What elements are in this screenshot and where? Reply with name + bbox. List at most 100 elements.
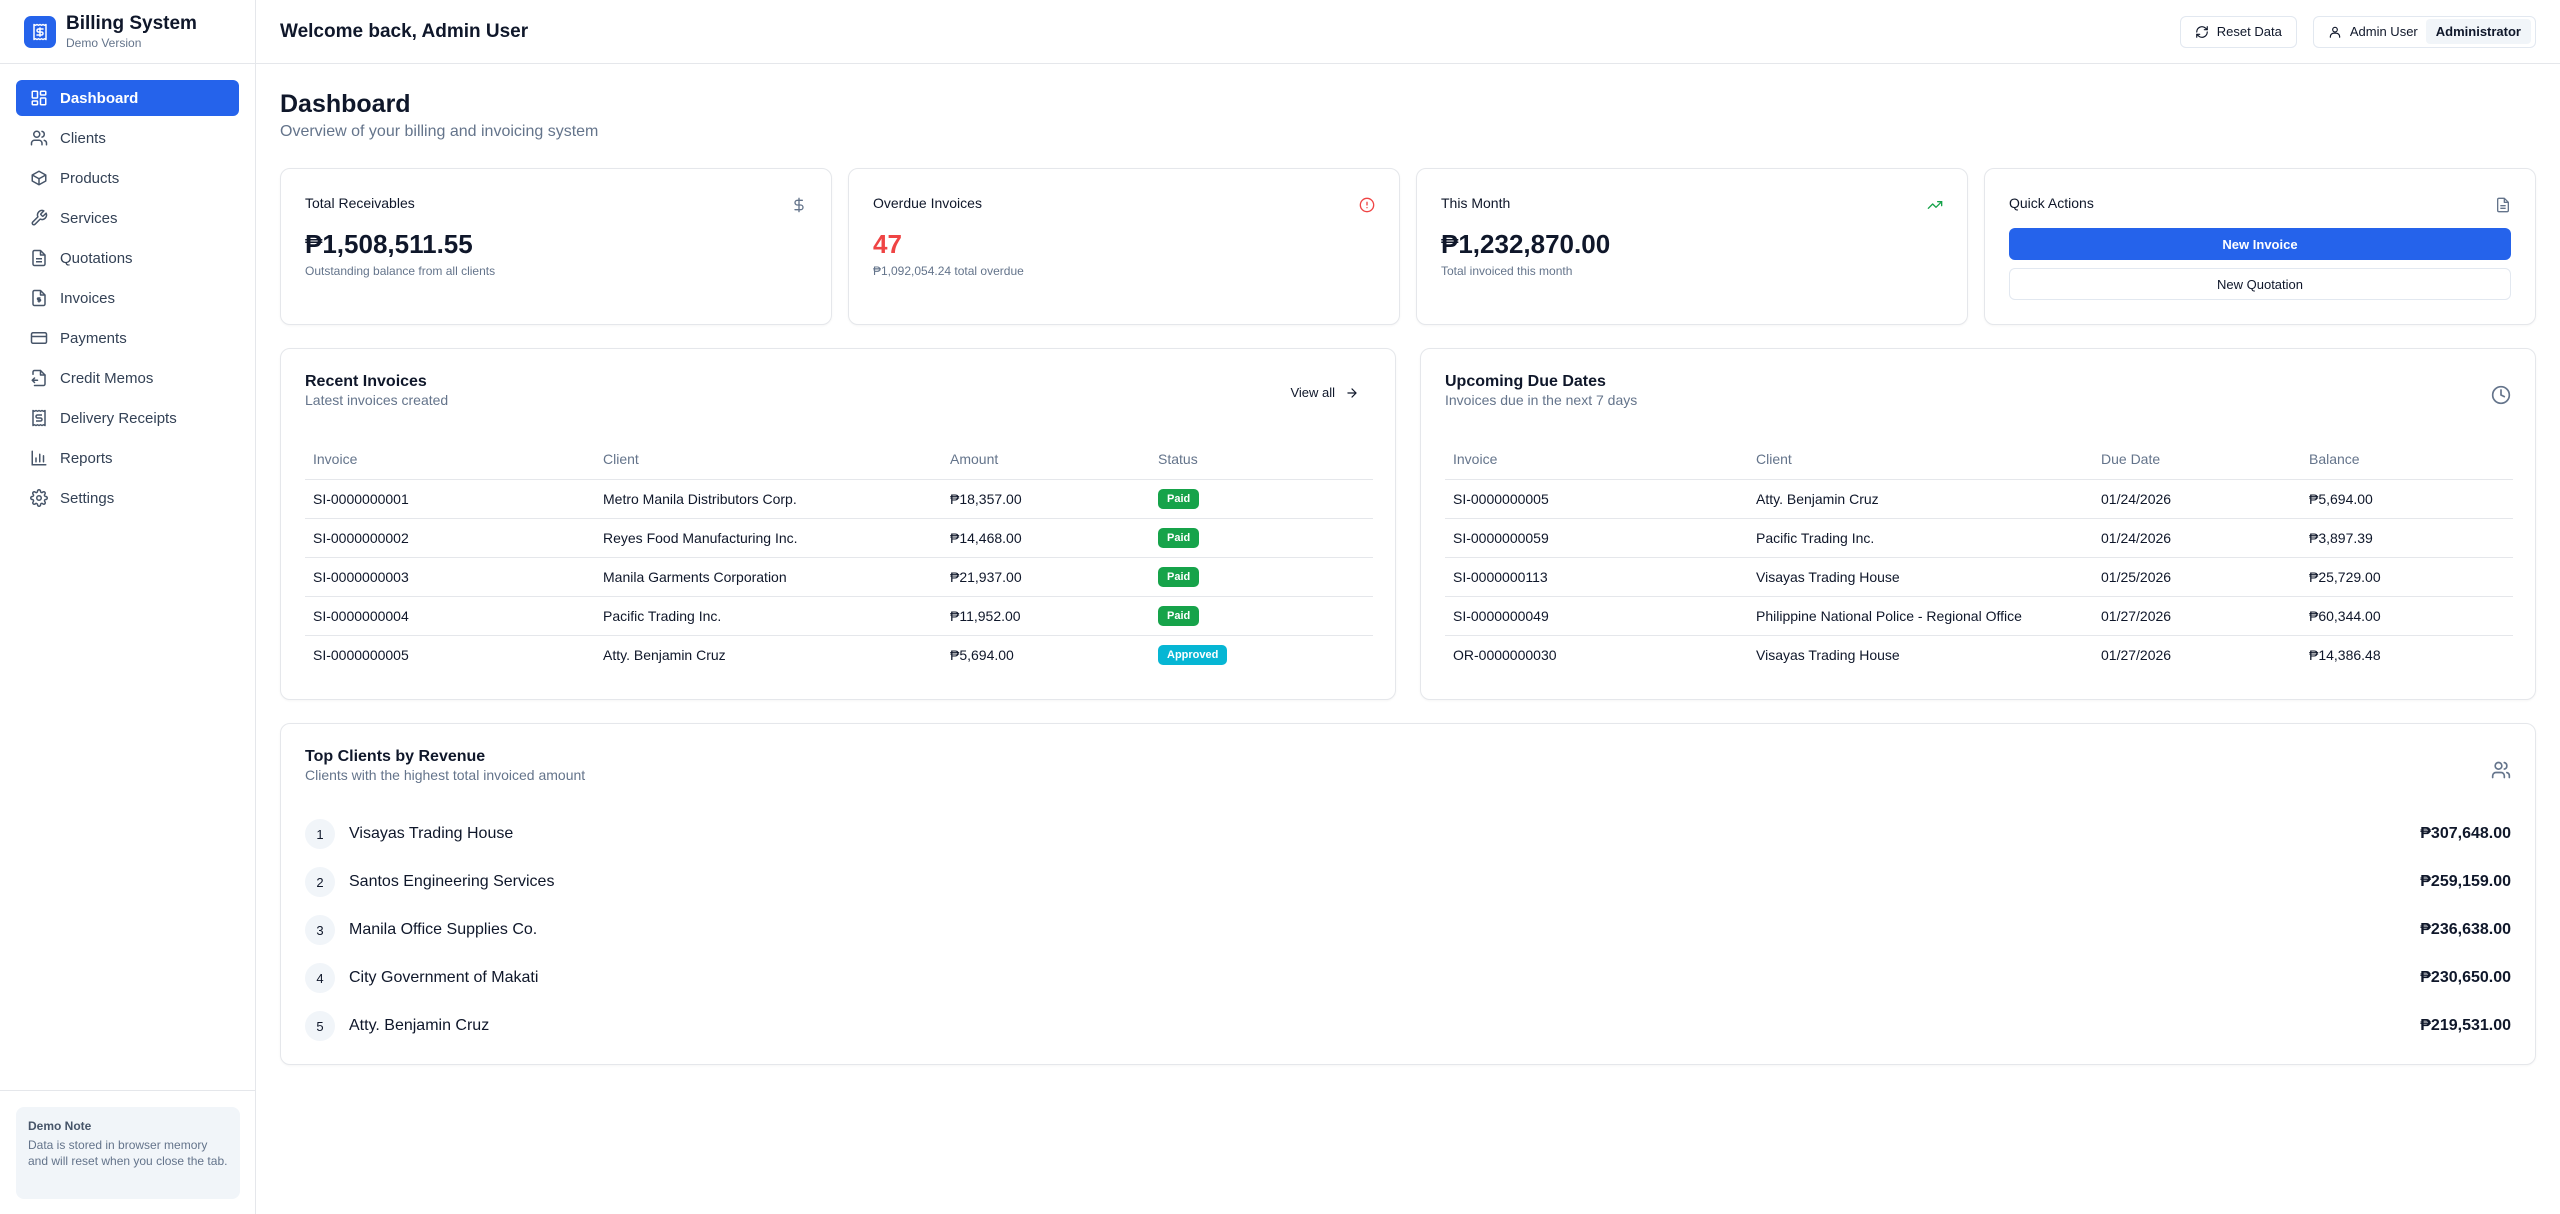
due-date: 01/27/2026: [2093, 596, 2301, 636]
sidebar-item-credit-memos[interactable]: Credit Memos: [16, 360, 239, 396]
welcome-message: Welcome back, Admin User: [280, 20, 529, 42]
sidebar-item-settings[interactable]: Settings: [16, 480, 239, 516]
list-item[interactable]: 4 City Government of Makati ₱230,650.00: [305, 954, 2511, 1002]
upcoming-due-dates-card: Upcoming Due Dates Invoices due in the n…: [1420, 348, 2536, 700]
role-badge: Administrator: [2425, 19, 2531, 44]
alert-circle-icon: [1359, 197, 1375, 213]
stat-label: Overdue Invoices: [873, 195, 982, 211]
table-row[interactable]: SI-0000000003 Manila Garments Corporatio…: [305, 557, 1373, 597]
table-row[interactable]: SI-0000000001 Metro Manila Distributors …: [305, 479, 1373, 519]
client-name: Atty. Benjamin Cruz: [349, 1017, 490, 1034]
client-name: City Government of Makati: [349, 969, 539, 986]
sidebar-item-label: Settings: [60, 489, 115, 507]
amount: ₱21,937.00: [942, 557, 1150, 597]
client-name: Manila Garments Corporation: [595, 557, 942, 597]
table-row[interactable]: SI-0000000113 Visayas Trading House 01/2…: [1445, 557, 2513, 597]
status-badge: Paid: [1158, 566, 1200, 587]
client-name: Philippine National Police - Regional Of…: [1748, 596, 2093, 636]
recent-invoices-subtitle: Latest invoices created: [305, 392, 449, 408]
client-name: Metro Manila Distributors Corp.: [595, 479, 942, 519]
table-header-row: Invoice Client Amount Status: [305, 439, 1373, 480]
client-name: Visayas Trading House: [1748, 557, 2093, 597]
client-name: Pacific Trading Inc.: [595, 596, 942, 636]
page-title: Dashboard: [280, 90, 411, 118]
table-row[interactable]: SI-0000000059 Pacific Trading Inc. 01/24…: [1445, 518, 2513, 558]
rank-badge: 3: [305, 915, 335, 945]
quick-actions-label: Quick Actions: [2009, 195, 2094, 211]
sidebar-item-clients[interactable]: Clients: [16, 120, 239, 156]
invoice-number: SI-0000000001: [305, 479, 595, 519]
main-content: Dashboard Overview of your billing and i…: [280, 64, 2536, 1065]
sidebar-item-label: Credit Memos: [60, 369, 154, 387]
list-item[interactable]: 5 Atty. Benjamin Cruz ₱219,531.00: [305, 1002, 2511, 1050]
arrow-right-icon: [1345, 386, 1359, 400]
user-name: Admin User: [2349, 24, 2418, 39]
view-all-link[interactable]: View all: [1290, 385, 1359, 400]
sidebar-nav: Dashboard Clients Products Services Quot…: [0, 64, 255, 536]
users-icon: [30, 129, 48, 147]
table-header-row: Invoice Client Due Date Balance: [1445, 439, 2513, 480]
stat-value: ₱1,508,511.55: [305, 229, 473, 259]
stat-label: This Month: [1441, 195, 1511, 211]
stat-card-overdue: Overdue Invoices 47 ₱1,092,054.24 total …: [848, 168, 1400, 325]
list-item[interactable]: 2 Santos Engineering Services ₱259,159.0…: [305, 858, 2511, 906]
receipt-icon: [24, 15, 56, 48]
client-revenue: ₱219,531.00: [2420, 1017, 2511, 1034]
brand[interactable]: Billing System Demo Version: [0, 0, 255, 64]
brand-subtitle: Demo Version: [66, 35, 142, 50]
table-row[interactable]: OR-0000000030 Visayas Trading House 01/2…: [1445, 635, 2513, 674]
invoice-number: SI-0000000049: [1445, 596, 1748, 636]
file-dollar-icon: [30, 289, 48, 307]
file-return-icon: [30, 369, 48, 387]
invoice-number: SI-0000000005: [1445, 479, 1748, 519]
gear-icon: [30, 489, 48, 507]
client-name: Atty. Benjamin Cruz: [603, 646, 726, 663]
page-subtitle: Overview of your billing and invoicing s…: [280, 123, 599, 140]
new-quotation-button[interactable]: New Quotation: [2009, 268, 2511, 300]
client-name: Visayas Trading House: [1756, 646, 1900, 663]
sidebar-item-invoices[interactable]: Invoices: [16, 280, 239, 316]
sidebar-footer: Demo Note Data is stored in browser memo…: [0, 1090, 256, 1214]
reset-data-label: Reset Data: [2216, 24, 2282, 39]
list-item[interactable]: 3 Manila Office Supplies Co. ₱236,638.00: [305, 906, 2511, 954]
client-name: Pacific Trading Inc.: [1748, 518, 2093, 558]
wrench-icon: [30, 209, 48, 227]
trending-up-icon: [1927, 197, 1943, 213]
due-date: 01/24/2026: [2093, 518, 2301, 558]
demo-note: Demo Note Data is stored in browser memo…: [16, 1107, 240, 1199]
stat-description: Total invoiced this month: [1441, 264, 1573, 278]
sidebar-item-products[interactable]: Products: [16, 160, 239, 196]
stat-description: Outstanding balance from all clients: [305, 264, 496, 278]
sidebar-item-quotations[interactable]: Quotations: [16, 240, 239, 276]
client-revenue: ₱307,648.00: [2420, 825, 2511, 842]
dashboard-icon: [30, 89, 48, 107]
reset-data-button[interactable]: Reset Data: [2179, 15, 2297, 48]
table-row[interactable]: SI-0000000005 Atty. Benjamin Cruz ₱5,694…: [305, 635, 1373, 674]
recent-invoices-title: Recent Invoices: [305, 373, 427, 390]
sidebar-item-label: Quotations: [60, 249, 133, 267]
invoice-number: SI-0000000004: [305, 596, 595, 636]
table-row[interactable]: SI-0000000005 Atty. Benjamin Cruz 01/24/…: [1445, 479, 2513, 519]
invoice-number: SI-0000000003: [305, 557, 595, 597]
user-menu[interactable]: Admin User Administrator: [2312, 15, 2536, 48]
table-row[interactable]: SI-0000000049 Philippine National Police…: [1445, 596, 2513, 636]
sidebar-item-services[interactable]: Services: [16, 200, 239, 236]
view-all-label: View all: [1290, 385, 1335, 400]
sidebar-item-reports[interactable]: Reports: [16, 440, 239, 476]
new-invoice-button[interactable]: New Invoice: [2009, 228, 2511, 260]
table-row[interactable]: SI-0000000004 Pacific Trading Inc. ₱11,9…: [305, 596, 1373, 636]
sidebar-item-delivery-receipts[interactable]: Delivery Receipts: [16, 400, 239, 436]
sidebar-item-dashboard[interactable]: Dashboard: [16, 80, 239, 116]
client-name: Visayas Trading House: [349, 825, 514, 842]
topbar: Welcome back, Admin User Reset Data Admi…: [256, 0, 2560, 64]
table-row[interactable]: SI-0000000002 Reyes Food Manufacturing I…: [305, 518, 1373, 558]
upcoming-title: Upcoming Due Dates: [1445, 373, 1606, 390]
list-item[interactable]: 1 Visayas Trading House ₱307,648.00: [305, 810, 2511, 858]
sidebar-item-label: Reports: [60, 449, 113, 467]
top-clients-subtitle: Clients with the highest total invoiced …: [305, 767, 586, 783]
invoice-number: SI-0000000005: [313, 646, 409, 663]
invoice-number: SI-0000000002: [305, 518, 595, 558]
column-header: Invoice: [305, 439, 595, 480]
sidebar-item-payments[interactable]: Payments: [16, 320, 239, 356]
demo-note-text: Data is stored in browser memory and wil…: [28, 1138, 228, 1168]
